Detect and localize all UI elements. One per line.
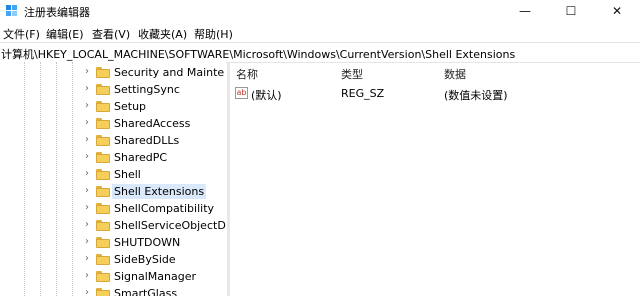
values-list[interactable]: 名称 类型 数据 ab (默认) REG_SZ (数值未设置) xyxy=(230,62,640,296)
menu-help[interactable]: 帮助(H) xyxy=(194,26,233,42)
column-header-data[interactable]: 数据 xyxy=(444,66,466,82)
menu-view[interactable]: 查看(V) xyxy=(92,26,130,42)
folder-icon xyxy=(96,152,110,163)
tree-node-label: SmartGlass xyxy=(114,287,178,296)
chevron-right-icon[interactable]: › xyxy=(82,253,92,265)
tree-node-label: ShellServiceObjectD xyxy=(114,219,226,232)
address-bar[interactable]: 计算机\HKEY_LOCAL_MACHINE\SOFTWARE\Microsof… xyxy=(0,42,640,63)
tree-node[interactable]: › ShellCompatibility xyxy=(82,200,226,217)
tree-node-label: SharedPC xyxy=(114,151,168,164)
tree-node-label: Security and Mainte xyxy=(114,66,225,79)
chevron-right-icon[interactable]: › xyxy=(82,168,92,180)
tree-node[interactable]: › SharedAccess xyxy=(82,115,226,132)
tree-node-label: Shell Extensions xyxy=(112,184,207,199)
tree-guide-line xyxy=(40,62,41,296)
folder-icon xyxy=(96,220,110,231)
folder-icon xyxy=(96,67,110,78)
folder-icon xyxy=(96,101,110,112)
chevron-right-icon[interactable]: › xyxy=(82,134,92,146)
folder-icon xyxy=(96,118,110,129)
tree-node-label: SharedAccess xyxy=(114,117,191,130)
folder-icon xyxy=(96,135,110,146)
chevron-right-icon[interactable]: › xyxy=(82,66,92,78)
tree-node[interactable]: › SideBySide xyxy=(82,251,226,268)
tree-node-label: ShellCompatibility xyxy=(114,202,215,215)
tree-node[interactable]: › SmartGlass xyxy=(82,285,226,296)
column-header-type[interactable]: 类型 xyxy=(341,66,363,82)
tree-guide-line xyxy=(72,62,73,296)
maximize-button[interactable]: ☐ xyxy=(548,0,594,22)
tree-node-label: SettingSync xyxy=(114,83,180,96)
tree-node[interactable]: › Security and Mainte xyxy=(82,64,226,81)
tree-node[interactable]: › SignalManager xyxy=(82,268,226,285)
folder-icon xyxy=(96,84,110,95)
chevron-right-icon[interactable]: › xyxy=(82,287,92,296)
chevron-right-icon[interactable]: › xyxy=(82,219,92,231)
menu-edit[interactable]: 编辑(E) xyxy=(46,26,84,42)
tree-node-label: Shell xyxy=(114,168,141,181)
title-bar: 注册表编辑器 — ☐ ✕ xyxy=(0,0,640,22)
chevron-right-icon[interactable]: › xyxy=(82,202,92,214)
tree-node-label: Setup xyxy=(114,100,147,113)
value-name[interactable]: (默认) xyxy=(251,87,282,103)
folder-icon xyxy=(96,288,110,296)
address-path[interactable]: 计算机\HKEY_LOCAL_MACHINE\SOFTWARE\Microsof… xyxy=(1,46,515,62)
tree-node[interactable]: › Shell xyxy=(82,166,226,183)
tree-node-label: SignalManager xyxy=(114,270,197,283)
chevron-right-icon[interactable]: › xyxy=(82,151,92,163)
value-type[interactable]: REG_SZ xyxy=(341,87,384,100)
minimize-button[interactable]: — xyxy=(502,0,548,22)
folder-icon xyxy=(96,237,110,248)
value-data[interactable]: (数值未设置) xyxy=(444,87,508,103)
tree-node[interactable]: › ShellServiceObjectD xyxy=(82,217,226,234)
registry-tree[interactable]: › Security and Mainte › SettingSync › Se… xyxy=(0,62,226,296)
menu-file[interactable]: 文件(F) xyxy=(3,26,40,42)
menu-bar: 文件(F) 编辑(E) 查看(V) 收藏夹(A) 帮助(H) xyxy=(0,24,640,42)
folder-icon xyxy=(96,169,110,180)
chevron-right-icon[interactable]: › xyxy=(82,117,92,129)
tree-guide-line xyxy=(24,62,25,296)
chevron-right-icon[interactable]: › xyxy=(82,83,92,95)
column-header-name[interactable]: 名称 xyxy=(236,66,258,82)
tree-guide-line xyxy=(56,62,57,296)
window-title: 注册表编辑器 xyxy=(24,6,90,19)
tree-node[interactable]: › SharedPC xyxy=(82,149,226,166)
chevron-right-icon[interactable]: › xyxy=(82,100,92,112)
tree-node-selected[interactable]: › Shell Extensions xyxy=(82,183,226,200)
close-button[interactable]: ✕ xyxy=(594,0,640,22)
tree-node[interactable]: › SHUTDOWN xyxy=(82,234,226,251)
chevron-right-icon[interactable]: › xyxy=(82,270,92,282)
tree-node[interactable]: › Setup xyxy=(82,98,226,115)
chevron-right-icon[interactable]: › xyxy=(82,185,92,197)
folder-icon xyxy=(96,186,110,197)
folder-icon xyxy=(96,203,110,214)
menu-favorites[interactable]: 收藏夹(A) xyxy=(138,26,187,42)
string-value-icon: ab xyxy=(235,87,248,99)
tree-node-label: SideBySide xyxy=(114,253,176,266)
registry-editor-icon xyxy=(6,5,17,16)
tree-node[interactable]: › SharedDLLs xyxy=(82,132,226,149)
tree-node-label: SharedDLLs xyxy=(114,134,180,147)
tree-node[interactable]: › SettingSync xyxy=(82,81,226,98)
chevron-right-icon[interactable]: › xyxy=(82,236,92,248)
folder-icon xyxy=(96,254,110,265)
folder-icon xyxy=(96,271,110,282)
tree-node-label: SHUTDOWN xyxy=(114,236,181,249)
